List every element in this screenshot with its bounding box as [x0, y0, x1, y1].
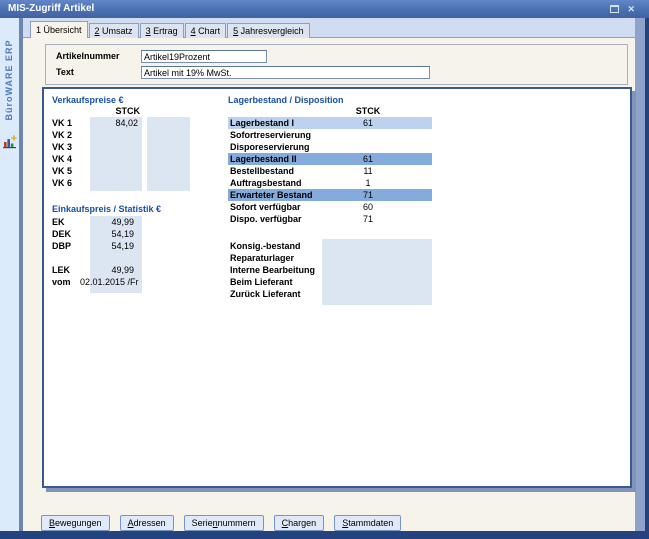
- close-icon[interactable]: ✕: [627, 5, 635, 14]
- stock-row-value: [324, 141, 412, 153]
- application-window: MIS-Zugriff Artikel ✕ BüroWARE ERP 1 Übe…: [0, 0, 649, 539]
- sales-stck-header: STCK: [90, 106, 142, 117]
- stock-row-label: Sofortreservierung: [230, 129, 311, 141]
- special-stock-box: [322, 239, 432, 305]
- tab-umsatz[interactable]: 2 Umsatz: [89, 23, 139, 38]
- zurueck-lieferant-label: Zurück Lieferant: [230, 288, 301, 300]
- chargen-button[interactable]: Chargen: [274, 515, 325, 531]
- verkaufspreise-title: Verkaufspreise €: [52, 94, 124, 106]
- vk4-label: VK 4: [52, 153, 72, 165]
- stock-row-disporeservierung: Disporeservierung: [228, 141, 432, 153]
- vk5-label: VK 5: [52, 165, 72, 177]
- stock-row-erwarteter-bestand: Erwarteter Bestand 71: [228, 189, 432, 201]
- stock-row-value: 61: [324, 153, 412, 165]
- stock-row-dispo-verfuegbar: Dispo. verfügbar 71: [228, 213, 432, 225]
- ek-value: 49,99: [80, 216, 138, 228]
- artikelnummer-input[interactable]: [141, 50, 267, 63]
- stock-row-label: Lagerbestand II: [230, 153, 297, 165]
- ek-label: EK: [52, 216, 65, 228]
- article-form-groupbox: Artikelnummer Text: [45, 44, 628, 85]
- adressen-button[interactable]: Adressen: [120, 515, 174, 531]
- mis-chart-icon[interactable]: [2, 134, 17, 149]
- stock-row-lagerbestand-2: Lagerbestand II 61: [228, 153, 432, 165]
- tab-jahresvergleich[interactable]: 5 Jahresvergleich: [227, 23, 310, 38]
- vk1-value: 84,02: [90, 117, 142, 129]
- tab-bar: 1 Übersicht 2 Umsatz 3 Ertrag 4 Chart 5 …: [30, 21, 311, 38]
- stock-row-label: Auftragsbestand: [230, 177, 302, 189]
- text-input[interactable]: [141, 66, 430, 79]
- stock-row-label: Dispo. verfügbar: [230, 213, 302, 225]
- stock-row-value: 71: [324, 189, 412, 201]
- stock-row-lagerbestand-1: Lagerbestand I 61: [228, 117, 432, 129]
- interne-bearbeitung-label: Interne Bearbeitung: [230, 264, 315, 276]
- vk3-label: VK 3: [52, 141, 72, 153]
- tab-ertrag[interactable]: 3 Ertrag: [140, 23, 184, 38]
- stock-row-value: 11: [324, 165, 412, 177]
- vk6-value: [90, 177, 142, 189]
- dek-value: 54,19: [80, 228, 138, 240]
- brand-vertical-text: BüroWARE ERP: [4, 37, 14, 123]
- dbp-value: 54,19: [80, 240, 138, 252]
- vk5-value: [90, 165, 142, 177]
- stock-row-bestellbestand: Bestellbestand 11: [228, 165, 432, 177]
- text-label: Text: [56, 66, 136, 78]
- stock-row-label: Erwarteter Bestand: [230, 189, 313, 201]
- einkaufspreis-title: Einkaufspreis / Statistik €: [52, 203, 161, 215]
- reparaturlager-label: Reparaturlager: [230, 252, 294, 264]
- sidebar: BüroWARE ERP: [0, 18, 19, 531]
- window-frame-bottom: [0, 531, 649, 539]
- restore-window-icon[interactable]: [610, 5, 619, 13]
- vom-value: 02.01.2015 /Fr: [80, 276, 138, 288]
- tab-page-uebersicht: Artikelnummer Text Verkaufspreise € STCK…: [23, 37, 635, 531]
- bewegungen-button[interactable]: Bewegungen: [41, 515, 110, 531]
- vk2-value: [90, 129, 142, 141]
- stock-row-label: Sofort verfügbar: [230, 201, 301, 213]
- stock-row-sofortreservierung: Sofortreservierung: [228, 129, 432, 141]
- vk3-value: [90, 141, 142, 153]
- vk2-label: VK 2: [52, 129, 72, 141]
- overview-panel: Verkaufspreise € STCK VK 1 84,02 VK 2 VK…: [42, 87, 632, 488]
- beim-lieferant-label: Beim Lieferant: [230, 276, 293, 288]
- artikelnummer-label: Artikelnummer: [56, 50, 136, 62]
- stock-row-sofort-verfuegbar: Sofort verfügbar 60: [228, 201, 432, 213]
- lagerbestand-title: Lagerbestand / Disposition: [228, 94, 344, 106]
- stock-row-value: 60: [324, 201, 412, 213]
- window-title: MIS-Zugriff Artikel: [8, 3, 94, 14]
- vk4-value: [90, 153, 142, 165]
- lek-value: 49,99: [80, 264, 138, 276]
- vk6-label: VK 6: [52, 177, 72, 189]
- stock-stck-header: STCK: [324, 106, 412, 117]
- titlebar: MIS-Zugriff Artikel ✕: [0, 0, 649, 18]
- dbp-label: DBP: [52, 240, 71, 252]
- footer-button-bar: Bewegungen Adressen Seriennummern Charge…: [41, 515, 401, 531]
- sales-value-box-2: [147, 117, 190, 191]
- vom-label: vom: [52, 276, 71, 288]
- tab-chart[interactable]: 4 Chart: [185, 23, 227, 38]
- seriennummern-button[interactable]: Seriennummern: [184, 515, 264, 531]
- stock-row-value: 71: [324, 213, 412, 225]
- stock-row-value: 1: [324, 177, 412, 189]
- stock-row-auftragsbestand: Auftragsbestand 1: [228, 177, 432, 189]
- window-frame-right: [635, 18, 645, 539]
- purchase-blank-value: [80, 252, 138, 264]
- vk1-label: VK 1: [52, 117, 72, 129]
- stock-row-label: Bestellbestand: [230, 165, 294, 177]
- tab-uebersicht[interactable]: 1 Übersicht: [30, 21, 88, 38]
- konsig-bestand-label: Konsig.-bestand: [230, 240, 301, 252]
- dek-label: DEK: [52, 228, 71, 240]
- stock-row-label: Lagerbestand I: [230, 117, 294, 129]
- stock-row-value: 61: [324, 117, 412, 129]
- window-frame-right-outer: [645, 18, 649, 539]
- lek-label: LEK: [52, 264, 70, 276]
- stock-row-value: [324, 129, 412, 141]
- stock-row-label: Disporeservierung: [230, 141, 310, 153]
- stammdaten-button[interactable]: Stammdaten: [334, 515, 401, 531]
